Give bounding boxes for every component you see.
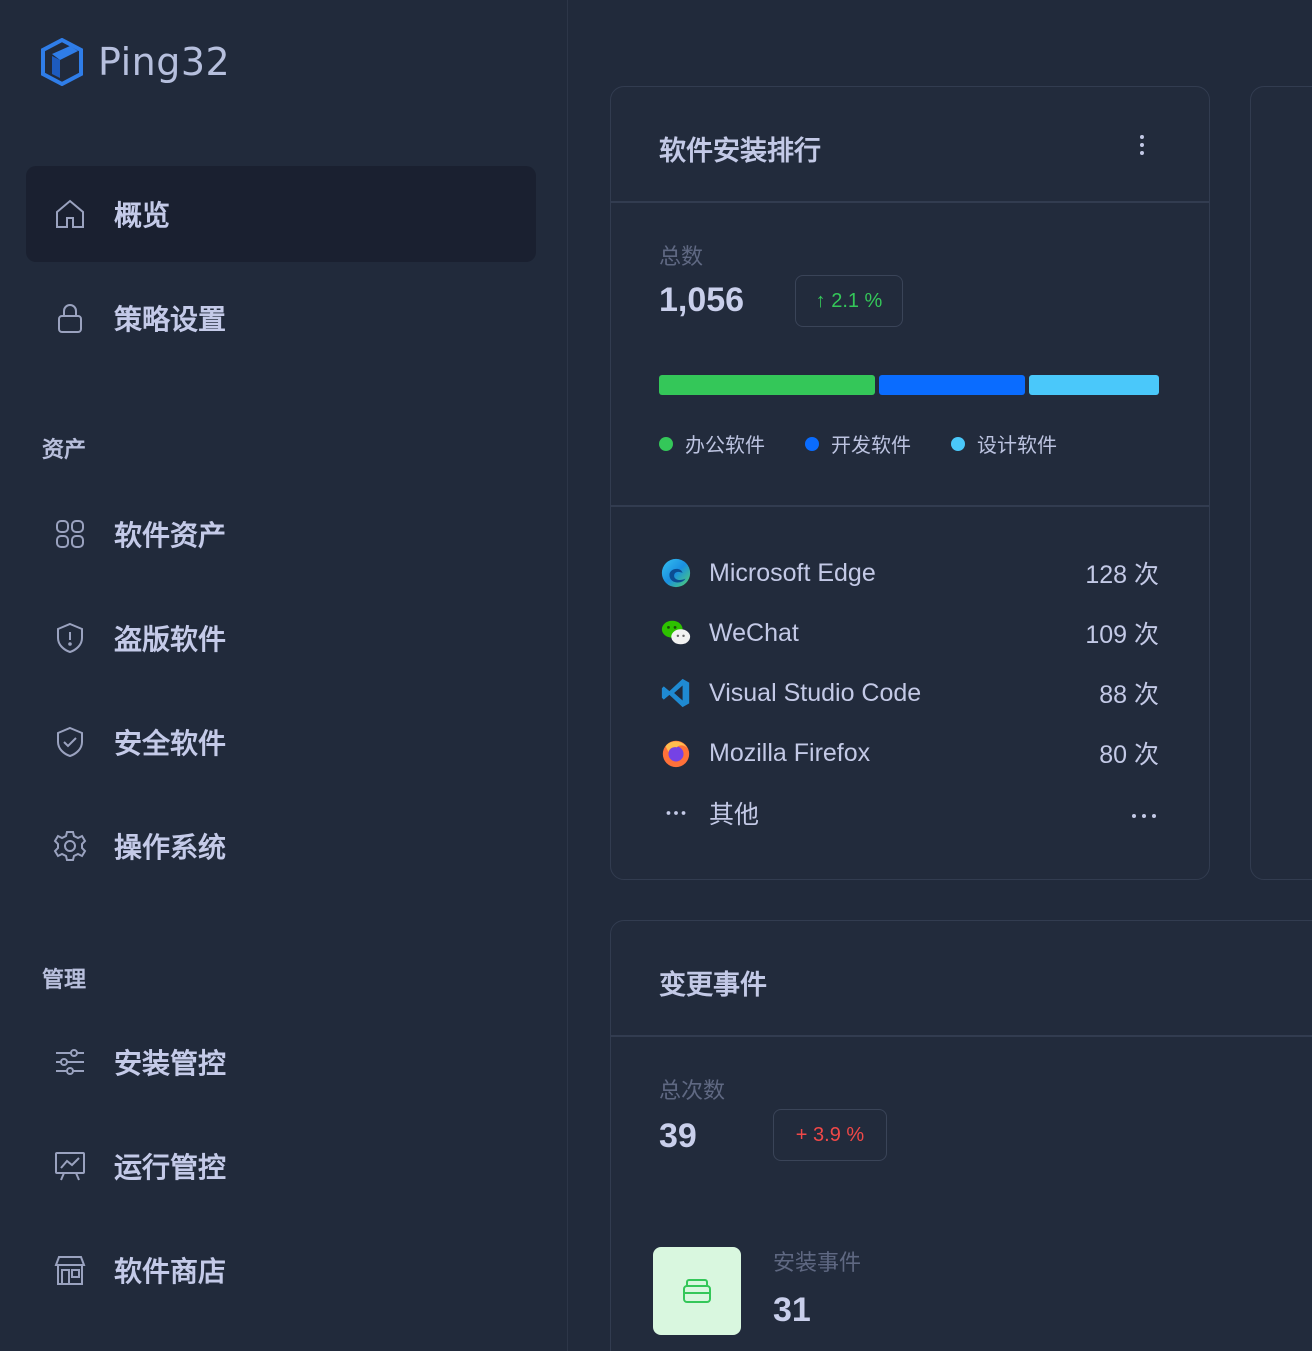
ellipsis-icon <box>659 796 693 830</box>
divider <box>611 1035 1312 1037</box>
nav-label: 安装管控 <box>114 1048 227 1079</box>
app-name: Visual Studio Code <box>709 678 922 707</box>
nav-label: 安全软件 <box>114 728 227 759</box>
store-icon <box>52 1252 88 1288</box>
change-badge: ↑ 2.1 % <box>795 275 903 327</box>
app-count: 88 次 <box>1099 681 1159 709</box>
nav-label: 运行管控 <box>114 1152 227 1183</box>
legend-label: 办公软件 <box>685 435 765 457</box>
legend-item: 设计软件 <box>951 429 1057 458</box>
nav-label: 策略设置 <box>114 304 227 335</box>
nav-label: 盗版软件 <box>114 624 227 655</box>
total-label: 总数 <box>659 244 704 269</box>
section-title-assets: 资产 <box>42 437 87 462</box>
divider <box>611 201 1209 203</box>
nav-item-software-store[interactable]: 软件商店 <box>26 1222 536 1318</box>
nav-item-pirated-software[interactable]: 盗版软件 <box>26 590 536 686</box>
legend-label: 设计软件 <box>977 435 1057 457</box>
change-badge: + 3.9 % <box>773 1109 887 1161</box>
gear-icon <box>52 828 88 864</box>
total-value: 1,056 <box>659 281 745 319</box>
nav-item-install-control[interactable]: 安装管控 <box>26 1014 536 1110</box>
ping32-logo-icon <box>41 38 83 86</box>
distribution-segment <box>879 375 1025 395</box>
nav-item-software-assets[interactable]: 软件资产 <box>26 486 536 582</box>
brand-logo[interactable]: Ping32 <box>40 38 230 86</box>
app-count: 80 次 <box>1099 741 1159 769</box>
legend-item: 开发软件 <box>805 429 911 458</box>
divider <box>611 505 1209 507</box>
shield-check-icon <box>52 724 88 760</box>
legend-dot-icon <box>805 436 819 451</box>
list-item[interactable]: WeChat 109 次 <box>659 613 1159 653</box>
nav-item-operating-system[interactable]: 操作系统 <box>26 798 536 894</box>
card-title: 软件安装排行 <box>659 136 821 166</box>
app-count: 128 次 <box>1085 561 1159 589</box>
legend-label: 开发软件 <box>831 435 911 457</box>
partial-card <box>1250 86 1312 880</box>
nav-label: 软件商店 <box>114 1256 227 1287</box>
install-events-label: 安装事件 <box>773 1250 862 1275</box>
grid-icon <box>52 516 88 552</box>
total-count-label: 总次数 <box>659 1078 726 1103</box>
card-title: 变更事件 <box>659 970 767 1000</box>
firefox-icon <box>659 736 693 770</box>
shield-alert-icon <box>52 620 88 656</box>
change-events-card: 变更事件 总次数 39 + 3.9 % 安装事件 31 <box>610 920 1312 1351</box>
archive-icon <box>683 1279 711 1303</box>
list-item[interactable]: Visual Studio Code 88 次 <box>659 673 1159 713</box>
distribution-segment <box>1029 375 1159 395</box>
install-events-tile <box>653 1247 741 1335</box>
presentation-chart-icon <box>52 1148 88 1184</box>
more-options-button[interactable] <box>1137 135 1147 155</box>
list-item[interactable]: Mozilla Firefox 80 次 <box>659 733 1159 773</box>
software-install-ranking-card: 软件安装排行 总数 1,056 ↑ 2.1 % 办公软件 开发软件 设计软件 Mic… <box>610 86 1210 880</box>
list-item-others[interactable]: 其他 <box>659 793 1159 833</box>
app-count: 109 次 <box>1085 621 1159 649</box>
nav-item-overview[interactable]: 概览 <box>26 166 536 262</box>
distribution-bar <box>659 375 1159 395</box>
brand-name: Ping32 <box>98 40 231 84</box>
total-count-value: 39 <box>659 1117 697 1155</box>
distribution-segment <box>659 375 875 395</box>
legend-dot-icon <box>951 436 965 451</box>
nav-label: 软件资产 <box>114 520 227 551</box>
nav-label: 操作系统 <box>114 832 227 863</box>
legend-item: 办公软件 <box>659 429 765 458</box>
vscode-icon <box>659 676 693 710</box>
nav-item-policy[interactable]: 策略设置 <box>26 270 536 366</box>
sliders-icon <box>52 1044 88 1080</box>
nav-label: 概览 <box>114 200 171 231</box>
nav-item-security-software[interactable]: 安全软件 <box>26 694 536 790</box>
wechat-icon <box>659 616 693 650</box>
lock-icon <box>52 300 88 336</box>
nav-item-run-control[interactable]: 运行管控 <box>26 1118 536 1214</box>
list-item[interactable]: Microsoft Edge 128 次 <box>659 553 1159 593</box>
more-icon[interactable] <box>1129 799 1159 828</box>
section-title-manage: 管理 <box>42 967 87 992</box>
app-name: 其他 <box>709 801 760 829</box>
install-events-value: 31 <box>773 1291 811 1329</box>
app-name: Microsoft Edge <box>709 558 876 587</box>
home-icon <box>52 196 88 232</box>
sidebar: Ping32 概览 策略设置 资产 软件资产 盗版软件 安全软件 操作系统 管理… <box>0 0 568 1351</box>
app-name: Mozilla Firefox <box>709 738 871 767</box>
app-name: WeChat <box>709 618 799 647</box>
legend-dot-icon <box>659 436 673 451</box>
edge-icon <box>659 556 693 590</box>
